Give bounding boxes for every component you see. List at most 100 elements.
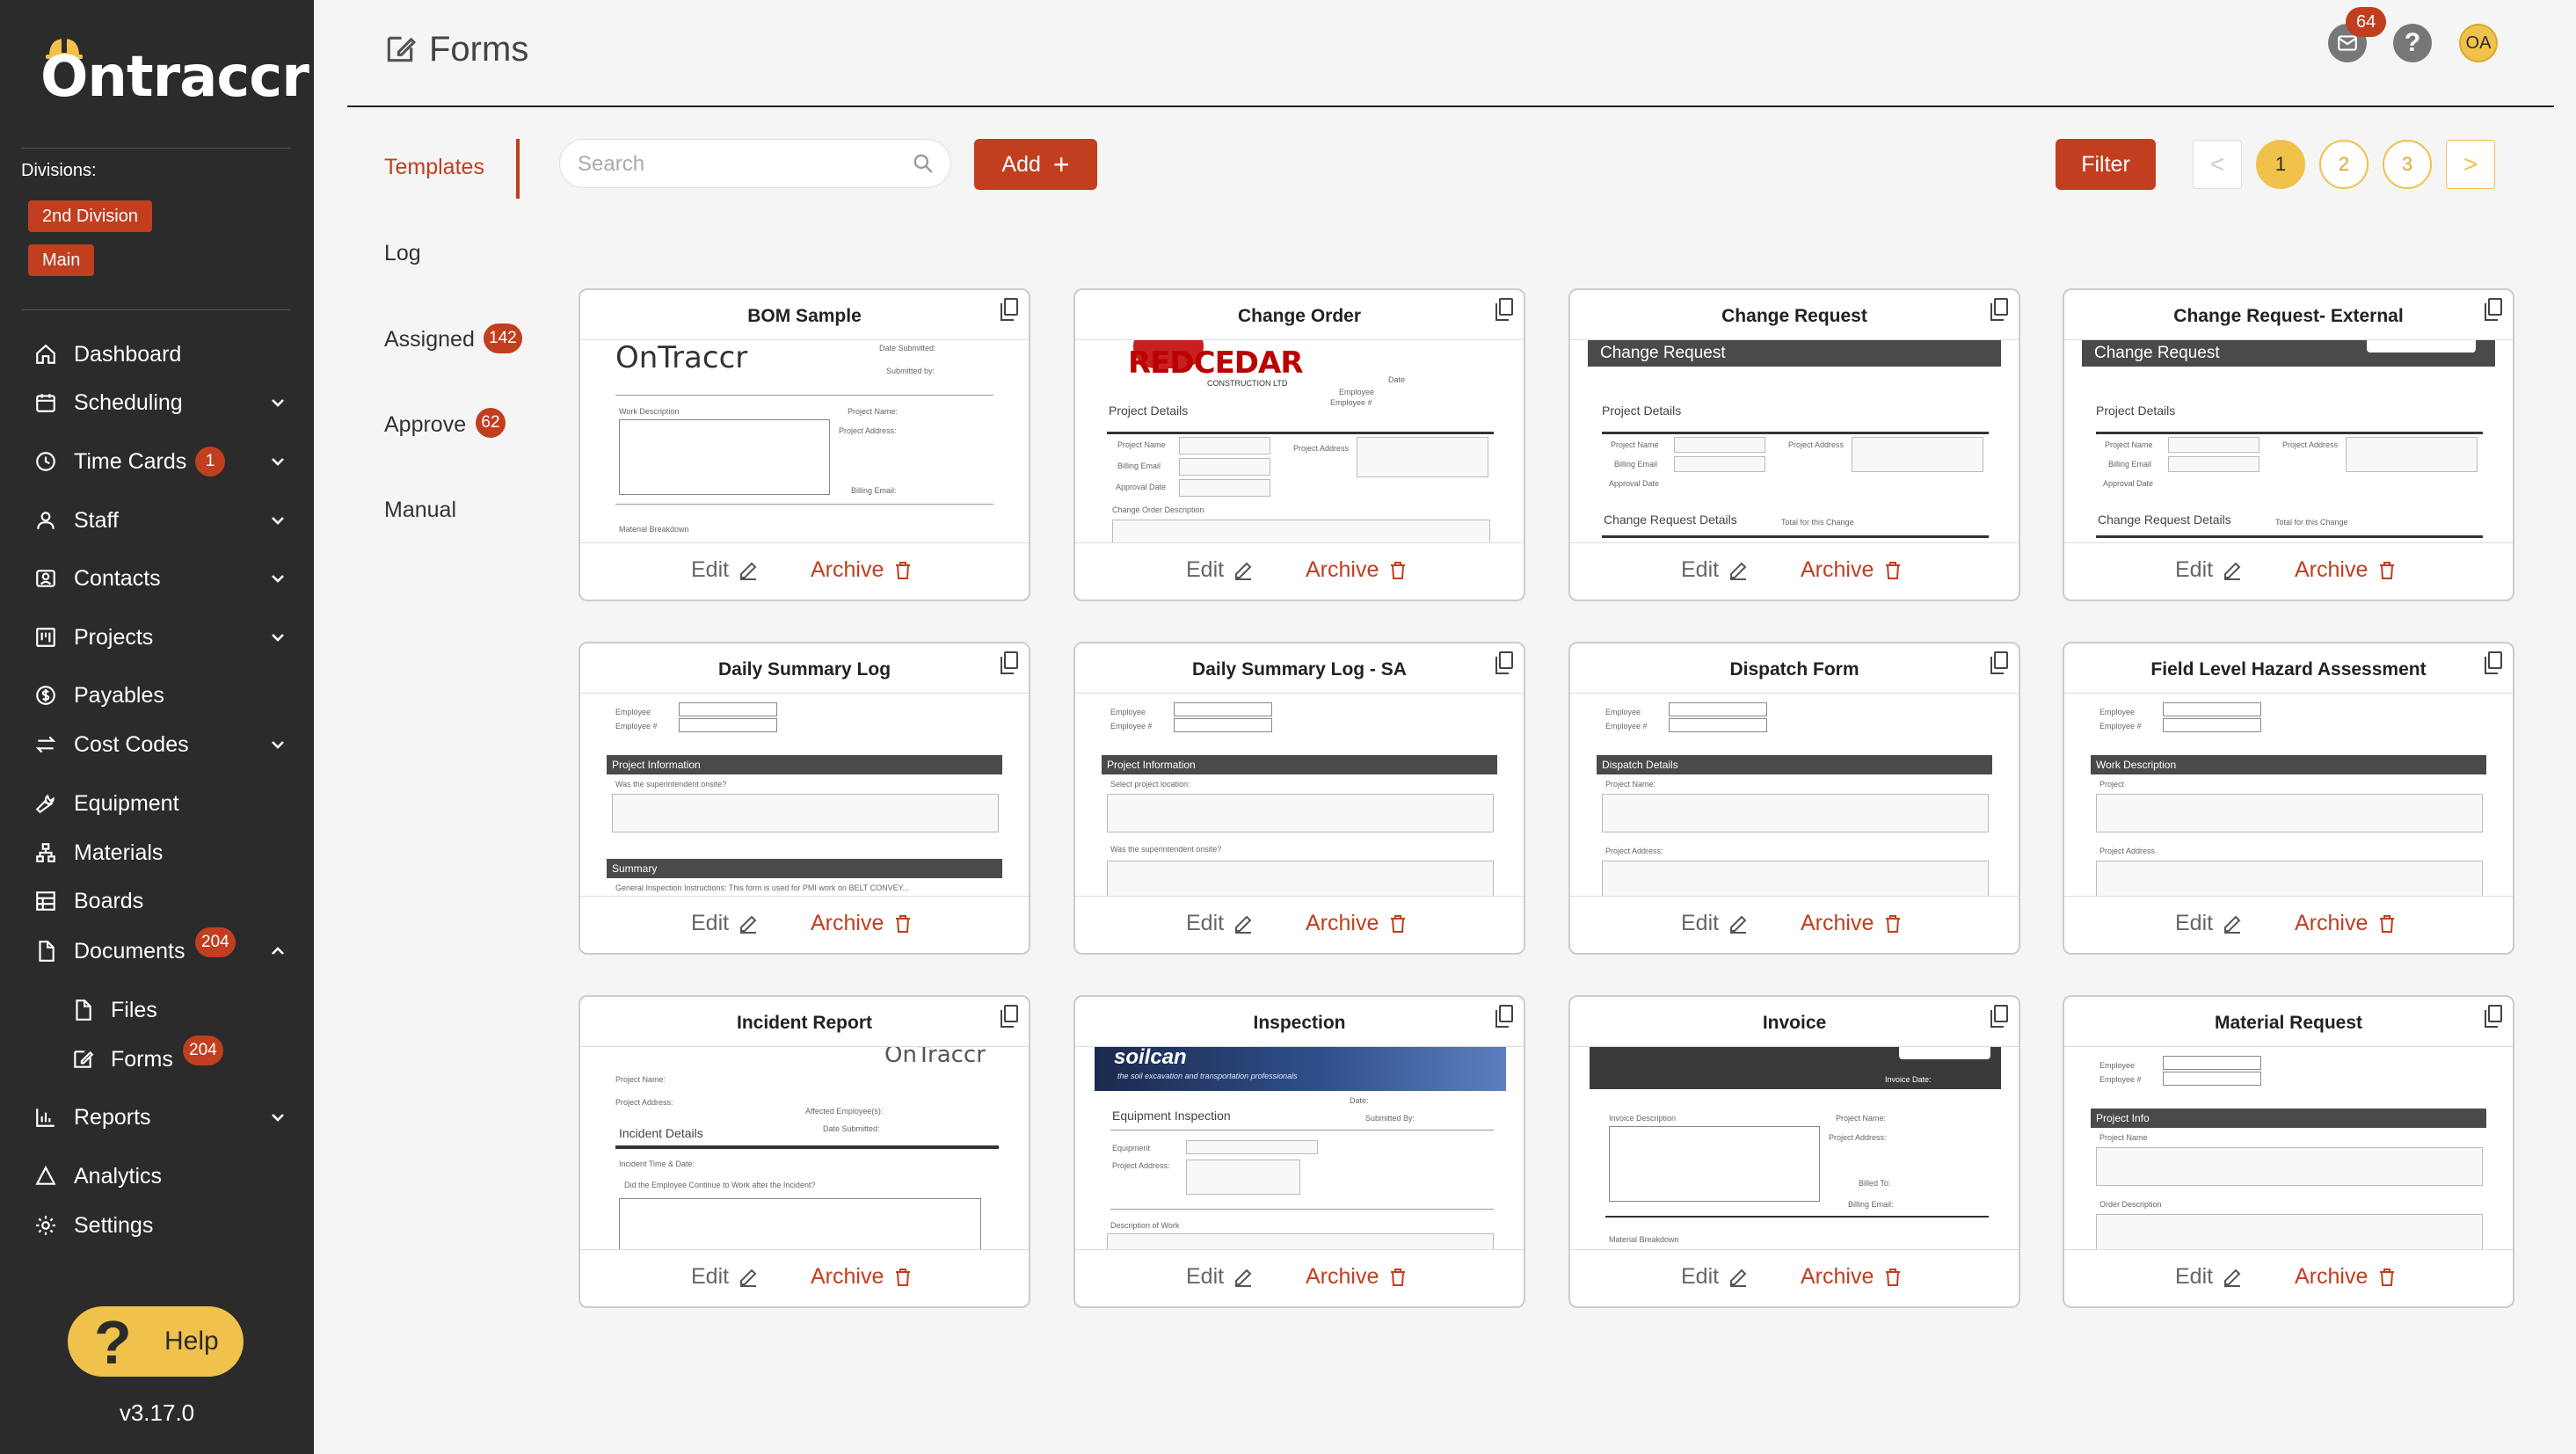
edit-button[interactable]: Edit <box>1186 1264 1254 1290</box>
chevron-down-icon[interactable] <box>267 734 288 755</box>
pencil-icon <box>1730 1269 1747 1287</box>
edit-button[interactable]: Edit <box>1681 1264 1749 1290</box>
filter-button[interactable]: Filter <box>2056 139 2156 190</box>
copy-icon[interactable] <box>1494 1004 1515 1029</box>
help-button[interactable]: ? Help <box>68 1306 244 1377</box>
archive-button[interactable]: Archive <box>1306 1264 1408 1290</box>
sidebar-item-equipment[interactable]: Equipment <box>0 782 314 825</box>
sidebar-item-staff[interactable]: Staff <box>0 498 314 542</box>
form-template-card[interactable]: Field Level Hazard Assessment Employee E… <box>2063 642 2514 955</box>
sidebar-item-analytics[interactable]: Analytics <box>0 1154 314 1198</box>
search-icon[interactable] <box>912 152 936 177</box>
sidebar-item-cost-codes[interactable]: Cost Codes <box>0 723 314 767</box>
page-3-button[interactable]: 3 <box>2383 140 2432 189</box>
tab-approve[interactable]: Approve <box>384 412 466 438</box>
division-badge-2nd[interactable]: 2nd Division <box>28 200 152 232</box>
tab-log[interactable]: Log <box>384 241 421 266</box>
archive-button[interactable]: Archive <box>811 557 913 583</box>
preview-text: Employee # <box>1110 722 1153 731</box>
edit-button[interactable]: Edit <box>691 911 759 936</box>
divisions-label: Divisions: <box>21 161 97 180</box>
archive-button[interactable]: Archive <box>1801 1264 1903 1290</box>
sidebar-item-boards[interactable]: Boards <box>0 879 314 923</box>
preview-text: Project Name <box>2105 440 2153 449</box>
copy-icon[interactable] <box>1989 297 2010 322</box>
form-template-card[interactable]: Change Request Change Request Project De… <box>1568 288 2020 601</box>
archive-button[interactable]: Archive <box>1306 557 1408 583</box>
edit-button[interactable]: Edit <box>1186 557 1254 583</box>
sidebar-item-contacts[interactable]: Contacts <box>0 556 314 600</box>
copy-icon[interactable] <box>999 297 1020 322</box>
archive-button[interactable]: Archive <box>1801 557 1903 583</box>
sidebar-item-scheduling[interactable]: Scheduling <box>0 381 314 425</box>
copy-icon[interactable] <box>999 651 1020 675</box>
form-template-card[interactable]: Invoice Invoice Date: Invoice Descriptio… <box>1568 995 2020 1308</box>
sidebar-item-files[interactable]: Files <box>0 988 314 1032</box>
sidebar-item-forms[interactable]: Forms 204 <box>0 1036 314 1081</box>
sidebar-item-settings[interactable]: Settings <box>0 1203 314 1247</box>
archive-button[interactable]: Archive <box>811 911 913 936</box>
chevron-down-icon[interactable] <box>267 568 288 589</box>
archive-button[interactable]: Archive <box>1801 911 1903 936</box>
archive-button[interactable]: Archive <box>1306 911 1408 936</box>
edit-button[interactable]: Edit <box>2175 557 2243 583</box>
help-icon-button[interactable]: ? <box>2393 24 2432 62</box>
edit-button[interactable]: Edit <box>1681 557 1749 583</box>
copy-icon[interactable] <box>1989 1004 2010 1029</box>
edit-button[interactable]: Edit <box>1186 911 1254 936</box>
division-badge-main[interactable]: Main <box>28 244 95 276</box>
archive-button[interactable]: Archive <box>2295 911 2398 936</box>
add-button[interactable]: Add + <box>974 139 1097 190</box>
copy-icon[interactable] <box>2483 1004 2504 1029</box>
preview-text: Employee <box>1605 708 1641 716</box>
archive-button[interactable]: Archive <box>811 1264 913 1290</box>
form-template-card[interactable]: Change Order REDCEDAR CONSTRUCTION LTD D… <box>1073 288 1525 601</box>
copy-icon[interactable] <box>1494 651 1515 675</box>
archive-button[interactable]: Archive <box>2295 557 2398 583</box>
form-template-card[interactable]: Daily Summary Log Employee Employee # Pr… <box>579 642 1030 955</box>
chevron-down-icon[interactable] <box>267 627 288 648</box>
avatar[interactable]: OA <box>2459 24 2498 62</box>
edit-button[interactable]: Edit <box>691 1264 759 1290</box>
form-template-card[interactable]: BOM Sample OnTraccr Date Submitted: Subm… <box>579 288 1030 601</box>
tab-manual[interactable]: Manual <box>384 498 456 523</box>
form-template-card[interactable]: Daily Summary Log - SA Employee Employee… <box>1073 642 1525 955</box>
chevron-down-icon[interactable] <box>267 1107 288 1128</box>
prev-page-button[interactable]: < <box>2193 140 2242 189</box>
page-1-button[interactable]: 1 <box>2256 140 2305 189</box>
copy-icon[interactable] <box>1494 297 1515 322</box>
chevron-down-icon[interactable] <box>267 392 288 413</box>
sidebar-item-payables[interactable]: Payables <box>0 673 314 717</box>
edit-button[interactable]: Edit <box>691 557 759 583</box>
archive-button[interactable]: Archive <box>2295 1264 2398 1290</box>
sidebar-item-reports[interactable]: Reports <box>0 1095 314 1139</box>
form-template-card[interactable]: Dispatch Form Employee Employee # Dispat… <box>1568 642 2020 955</box>
sidebar-item-projects[interactable]: Projects <box>0 615 314 659</box>
sidebar-item-materials[interactable]: Materials <box>0 831 314 875</box>
sidebar-item-documents[interactable]: Documents 204 <box>0 927 314 973</box>
clock-icon <box>33 449 58 474</box>
chevron-down-icon[interactable] <box>267 451 288 472</box>
search-input[interactable] <box>578 149 894 180</box>
page-2-button[interactable]: 2 <box>2319 140 2369 189</box>
copy-icon[interactable] <box>1989 651 2010 675</box>
copy-icon[interactable] <box>2483 651 2504 675</box>
sidebar-item-time-cards[interactable]: Time Cards 1 <box>0 440 314 483</box>
copy-icon[interactable] <box>999 1004 1020 1029</box>
chevron-up-icon[interactable] <box>267 941 288 962</box>
ontraccr-logo[interactable]: Ontraccr <box>40 33 309 105</box>
form-template-card[interactable]: Material Request Employee Employee # Pro… <box>2063 995 2514 1308</box>
copy-icon[interactable] <box>2483 297 2504 322</box>
tab-templates[interactable]: Templates <box>384 155 484 180</box>
form-template-card[interactable]: Incident Report OnTraccr Project Name: P… <box>579 995 1030 1308</box>
edit-button[interactable]: Edit <box>2175 1264 2243 1290</box>
form-template-card[interactable]: Inspection soilcan the soil excavation a… <box>1073 995 1525 1308</box>
chevron-down-icon[interactable] <box>267 510 288 531</box>
form-template-card[interactable]: Change Request- External Change Request … <box>2063 288 2514 601</box>
tab-assigned[interactable]: Assigned <box>384 327 475 353</box>
sidebar-item-dashboard[interactable]: Dashboard <box>0 332 314 376</box>
edit-button[interactable]: Edit <box>2175 911 2243 936</box>
edit-button[interactable]: Edit <box>1681 911 1749 936</box>
contacts-icon <box>33 566 58 591</box>
next-page-button[interactable]: > <box>2446 140 2495 189</box>
